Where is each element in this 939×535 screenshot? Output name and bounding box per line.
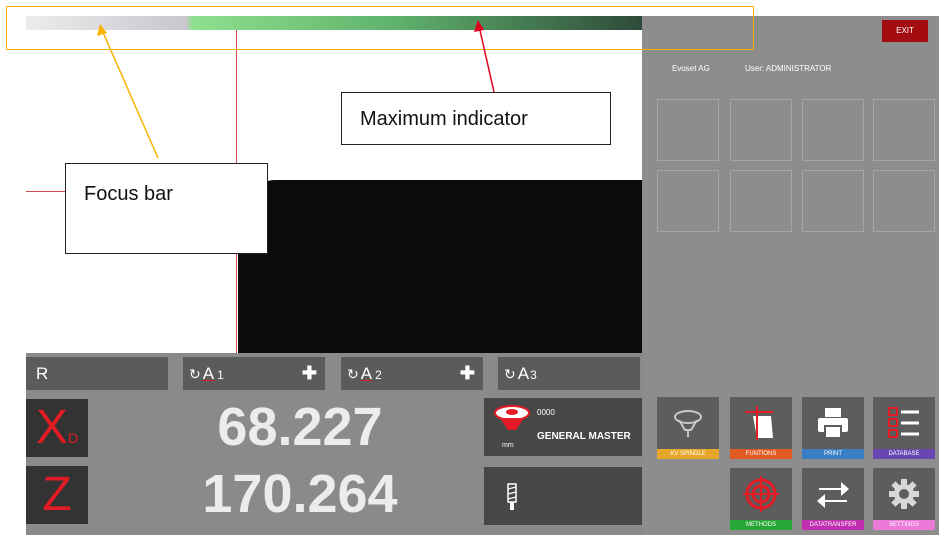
maximum-indicator-callout: Maximum indicator (341, 92, 611, 145)
annotation-arrows (97, 20, 495, 159)
focus-bar-callout: Focus bar (65, 163, 268, 254)
